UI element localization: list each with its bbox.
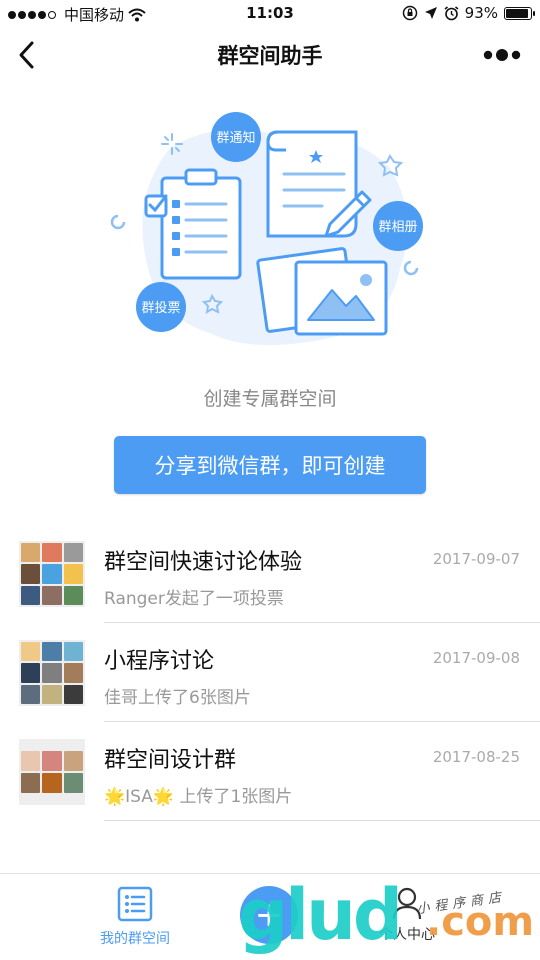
notice-bubble: 群通知 [211, 112, 261, 162]
battery-fill [506, 8, 529, 18]
nav-bar: 群空间助手 [0, 28, 540, 82]
user-icon [392, 887, 422, 920]
group-activity: 佳哥上传了6张图片 [104, 688, 251, 708]
scroll-document-icon [266, 130, 372, 238]
group-avatar [19, 640, 85, 706]
vote-bubble-label: 群投票 [141, 300, 180, 316]
album-bubble: 群相册 [373, 201, 423, 251]
status-right: 93% [402, 4, 535, 22]
photo-album-icon [256, 247, 388, 336]
group-date: 2017-08-25 [432, 748, 520, 766]
share-to-group-button[interactable]: 分享到微信群，即可创建 [114, 436, 426, 494]
status-bar: 中国移动 11:03 93% [0, 0, 540, 28]
location-arrow-icon [424, 7, 437, 19]
group-activity: Ranger发起了一项投票 [104, 589, 284, 609]
more-dots-icon[interactable] [482, 46, 522, 64]
page-title: 群空间助手 [217, 44, 323, 68]
tab-profile-label: 个人中心 [379, 927, 435, 943]
alarm-icon [444, 5, 459, 20]
ring-decoration [403, 260, 419, 276]
tab-my-groups[interactable]: 我的群空间 [90, 886, 180, 948]
rotation-lock-icon [402, 5, 417, 21]
ring-decoration [110, 214, 126, 230]
star-emoji-icon: 🌟 [104, 787, 126, 807]
group-date: 2017-09-08 [432, 649, 520, 667]
group-name: 小程序讨论 [104, 649, 215, 674]
group-avatar [19, 541, 85, 607]
list-icon [117, 886, 153, 922]
create-group-button[interactable]: + [240, 886, 298, 944]
notice-bubble-label: 群通知 [216, 130, 255, 146]
hero-illustration: 群通知 群相册 群投票 [110, 112, 423, 346]
group-name: 群空间快速讨论体验 [104, 550, 303, 575]
tab-bar: 我的群空间 + 个人中心 [0, 873, 540, 960]
battery-icon [504, 6, 535, 20]
group-activity: 🌟ISA🌟 上传了1张图片 [104, 782, 292, 807]
group-list: 群空间快速讨论体验 2017-09-07 Ranger发起了一项投票 小程序讨论… [0, 524, 540, 821]
list-item[interactable]: 群空间设计群 2017-08-25 🌟ISA🌟 上传了1张图片 [0, 722, 540, 821]
group-avatar [19, 739, 85, 805]
list-item[interactable]: 小程序讨论 2017-09-08 佳哥上传了6张图片 [0, 623, 540, 722]
list-item[interactable]: 群空间快速讨论体验 2017-09-07 Ranger发起了一项投票 [0, 524, 540, 623]
group-date: 2017-09-07 [432, 550, 520, 568]
hero-caption: 创建专属群空间 [203, 388, 337, 410]
battery-percent: 93% [464, 4, 498, 22]
vote-bubble: 群投票 [136, 282, 186, 332]
divider [104, 820, 540, 821]
tab-profile[interactable]: 个人中心 [372, 886, 442, 944]
tab-my-groups-label: 我的群空间 [100, 931, 170, 947]
activity-text: 🌟 上传了1张图片 [152, 787, 293, 807]
album-bubble-label: 群相册 [378, 220, 417, 235]
sparkle-icon [161, 133, 183, 155]
group-name: 群空间设计群 [104, 748, 237, 773]
activity-user: ISA [125, 787, 153, 807]
plus-icon: + [254, 895, 284, 935]
